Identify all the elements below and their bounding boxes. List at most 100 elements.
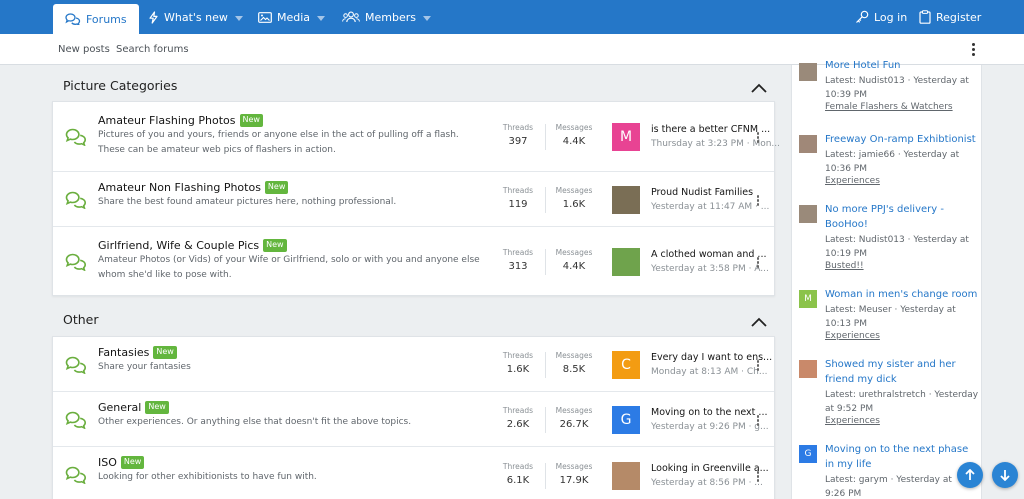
collapse-chevron-icon[interactable] xyxy=(751,78,767,97)
scroll-down-button[interactable] xyxy=(992,462,1018,488)
forum-node-title-text[interactable]: Girlfriend, Wife & Couple Pics xyxy=(98,239,259,252)
sidebar-thread-item: More Hotel Fun Latest: Nudist013 · Yester… xyxy=(792,59,981,139)
forum-chat-icon xyxy=(65,356,87,375)
stat-divider xyxy=(545,463,546,489)
new-badge: New xyxy=(263,239,287,252)
chevron-down-icon[interactable] xyxy=(234,11,243,24)
messages-stat: Messages 4.4K xyxy=(548,248,600,272)
sidebar-thread-title[interactable]: More Hotel Fun xyxy=(825,59,980,74)
new-posts-link[interactable]: New posts xyxy=(58,44,110,55)
section-header-other[interactable]: Other xyxy=(52,304,775,334)
latest-thread-title[interactable]: Looking in Greenville a... xyxy=(651,463,769,474)
forum-node-title[interactable]: ISO New xyxy=(98,456,145,469)
sidebar-forum-link[interactable]: Experiences xyxy=(825,416,880,426)
node-menu-icon[interactable] xyxy=(754,257,762,269)
sidebar-thread-title[interactable]: Freeway On-ramp Exhibtionist xyxy=(825,133,980,148)
section-body-picture-categories: Amateur Flashing Photos New Pictures of yo… xyxy=(52,101,780,297)
search-forums-link[interactable]: Search forums xyxy=(116,44,189,55)
sidebar-forum-link[interactable]: Busted!! xyxy=(825,261,864,271)
login-label: Log in xyxy=(874,10,908,24)
top-navigation: Forums What's new Media Members Log in R… xyxy=(0,0,1024,34)
more-options-icon[interactable] xyxy=(970,43,976,57)
forum-node-title-text[interactable]: Amateur Non Flashing Photos xyxy=(98,181,261,194)
latest-thread-meta: Yesterday at 8:56 PM · ... xyxy=(651,478,763,488)
collapse-chevron-icon[interactable] xyxy=(751,312,767,331)
latest-poster-avatar[interactable]: C xyxy=(612,351,640,379)
threads-stat: Threads 1.6K xyxy=(493,351,543,375)
sidebar-avatar[interactable] xyxy=(799,63,817,81)
sidebar-thread-meta: 10:13 PM xyxy=(825,319,867,329)
sidebar-thread-title[interactable]: Showed my sister and her friend my dick xyxy=(825,358,980,387)
section-header-picture-categories[interactable]: Picture Categories xyxy=(52,70,775,100)
tab-members[interactable]: Members xyxy=(342,0,431,34)
forum-node-row[interactable]: ISO New Looking for other exhibitionists t… xyxy=(53,447,774,499)
node-menu-icon[interactable] xyxy=(754,195,762,207)
forum-node-title-text[interactable]: Amateur Flashing Photos xyxy=(98,114,236,127)
latest-poster-avatar[interactable]: G xyxy=(612,406,640,434)
forum-node-title-text[interactable]: General xyxy=(98,401,141,414)
threads-count: 2.6K xyxy=(506,419,530,430)
latest-thread-title[interactable]: A clothed woman and ... xyxy=(651,249,766,260)
sidebar-avatar[interactable]: M xyxy=(799,290,817,308)
messages-count: 1.6K xyxy=(562,199,586,210)
sidebar-avatar[interactable]: G xyxy=(799,445,817,463)
node-menu-icon[interactable] xyxy=(754,360,762,372)
sidebar-forum-link[interactable]: Experiences xyxy=(825,176,880,186)
latest-poster-avatar[interactable] xyxy=(612,248,640,276)
stat-divider xyxy=(545,407,546,433)
login-link[interactable]: Log in xyxy=(855,0,907,34)
forum-node-row[interactable]: Girlfriend, Wife & Couple Pics New Amateur… xyxy=(53,227,774,297)
forum-node-title[interactable]: Fantasies New xyxy=(98,346,177,359)
section-title: Other xyxy=(63,312,99,327)
sidebar-thread-title[interactable]: Woman in men's change room xyxy=(825,288,980,303)
sidebar-avatar[interactable] xyxy=(799,135,817,153)
forum-chat-icon xyxy=(65,253,87,272)
forum-node-description: Share the best found amateur pictures he… xyxy=(98,197,397,207)
sidebar-thread-item: M Woman in men's change room Latest: Meuse… xyxy=(792,288,981,368)
tab-members-label: Members xyxy=(365,10,416,24)
sidebar-avatar[interactable] xyxy=(799,360,817,378)
forum-node-row[interactable]: Amateur Flashing Photos New Pictures of yo… xyxy=(53,102,780,172)
new-badge: New xyxy=(264,181,289,194)
image-icon xyxy=(258,11,272,23)
node-menu-icon[interactable] xyxy=(754,132,762,144)
new-badge: New xyxy=(153,346,177,359)
tab-media[interactable]: Media xyxy=(258,0,326,34)
tab-forums[interactable]: Forums xyxy=(53,4,139,34)
forum-node-title-text[interactable]: Fantasies xyxy=(98,346,149,359)
forum-node-description: Amateur Photos (or Vids) of your Wife or… xyxy=(98,255,480,280)
forum-node-title-text[interactable]: ISO xyxy=(98,456,117,469)
latest-thread-title[interactable]: is there a better CFNM ... xyxy=(651,124,770,135)
register-link[interactable]: Register xyxy=(919,0,981,34)
forum-node-title[interactable]: Girlfriend, Wife & Couple Pics New xyxy=(98,239,287,252)
sidebar-avatar[interactable] xyxy=(799,205,817,223)
chevron-down-icon[interactable] xyxy=(422,11,431,24)
latest-thread-meta: Yesterday at 9:26 PM · g... xyxy=(651,422,769,432)
latest-thread-title[interactable]: Moving on to the next ... xyxy=(651,407,768,418)
forum-chat-icon xyxy=(65,191,87,210)
forum-node-row[interactable]: General New Other experiences. Or anything… xyxy=(53,392,774,447)
forum-node-title[interactable]: General New xyxy=(98,401,169,414)
node-menu-icon[interactable] xyxy=(754,471,762,483)
forum-node-title[interactable]: Amateur Flashing Photos New xyxy=(98,114,263,127)
sidebar-thread-title[interactable]: Moving on to the next phase in my life xyxy=(825,443,980,472)
new-badge: New xyxy=(239,114,263,127)
latest-poster-avatar[interactable]: M xyxy=(612,123,640,151)
latest-poster-avatar[interactable] xyxy=(612,186,640,214)
chevron-down-icon[interactable] xyxy=(317,11,326,24)
messages-label: Messages xyxy=(555,186,593,195)
threads-label: Threads xyxy=(502,123,534,132)
sidebar-forum-link[interactable]: Experiences xyxy=(825,331,880,341)
tab-whats-new[interactable]: What's new xyxy=(148,0,243,34)
forum-node-row[interactable]: Fantasies New Share your fantasies Threads 1… xyxy=(53,337,774,392)
node-menu-icon[interactable] xyxy=(754,415,762,427)
scroll-up-button[interactable] xyxy=(957,462,983,488)
members-icon xyxy=(342,11,360,23)
latest-poster-avatar[interactable] xyxy=(612,462,640,490)
stat-divider xyxy=(545,249,546,275)
forum-node-row[interactable]: Amateur Non Flashing Photos New Share the … xyxy=(53,172,774,227)
sidebar-forum-link[interactable]: Female Flashers & Watchers xyxy=(825,102,953,112)
sidebar-thread-title[interactable]: No more PPJ's delivery - BooHoo! xyxy=(825,203,980,232)
latest-thread-title[interactable]: Proud Nudist Families xyxy=(651,187,753,198)
forum-node-title[interactable]: Amateur Non Flashing Photos New xyxy=(98,181,289,194)
